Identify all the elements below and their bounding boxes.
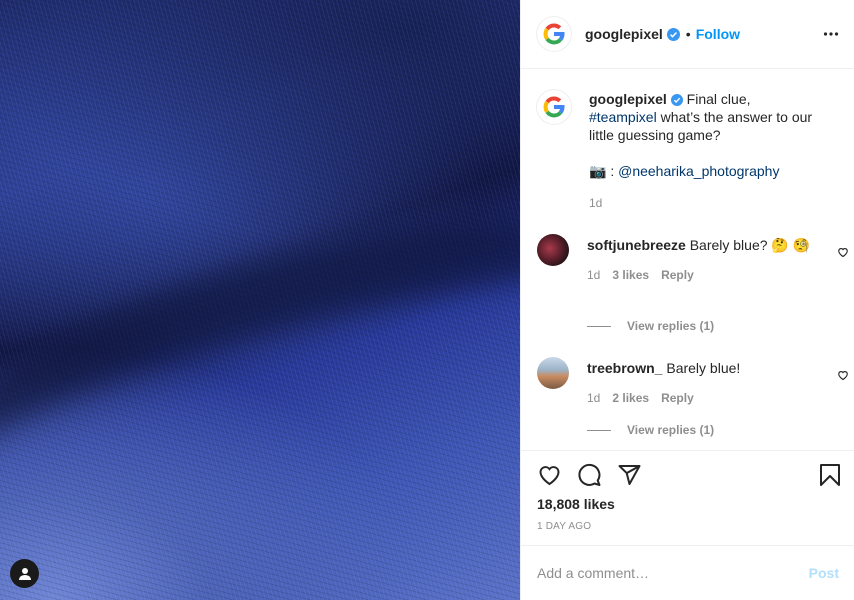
comment-input[interactable] (537, 565, 809, 581)
comment-item: softjunebreeze Barely blue? 🤔 🧐 1d 3 lik… (537, 234, 848, 284)
comment-text-line: softjunebreeze Barely blue? 🤔 🧐 (587, 236, 811, 254)
replies-divider (587, 325, 611, 327)
verified-badge-icon (670, 94, 683, 106)
credit-separator: : (606, 163, 619, 179)
post-sidebar: googlepixel • Follow googlepixel Final c… (520, 0, 854, 600)
post-header: googlepixel • Follow (521, 0, 854, 69)
comment-likes[interactable]: 3 likes (612, 266, 649, 284)
credit-handle-link[interactable]: @neeharika_photography (618, 163, 779, 179)
google-logo-icon (543, 23, 565, 45)
caption-author-avatar[interactable] (537, 90, 571, 124)
comment-body: treebrown_ Barely blue! 1d 2 likes Reply (587, 357, 811, 407)
comment-text-line: treebrown_ Barely blue! (587, 359, 811, 377)
follow-button[interactable]: Follow (696, 26, 740, 42)
comment-meta: 1d 3 likes Reply (587, 266, 811, 284)
like-comment-heart-icon[interactable] (837, 369, 849, 381)
author-avatar[interactable] (537, 17, 571, 51)
hashtag-link[interactable]: #teampixel (589, 109, 657, 125)
comment-item: treebrown_ Barely blue! 1d 2 likes Reply (537, 357, 848, 407)
comment-body: softjunebreeze Barely blue? 🤔 🧐 1d 3 lik… (587, 234, 811, 284)
commenter-username[interactable]: treebrown_ (587, 360, 662, 376)
caption-text: googlepixel Final clue, #teampixel what’… (589, 90, 819, 144)
likes-count[interactable]: 18,808 likes (537, 496, 615, 512)
verified-badge-icon (666, 27, 680, 41)
share-icon[interactable] (617, 463, 642, 487)
reply-button[interactable]: Reply (661, 266, 694, 284)
comment-meta: 1d 2 likes Reply (587, 389, 811, 407)
google-logo-icon (543, 96, 565, 118)
user-tag-button[interactable] (10, 559, 39, 588)
comment-timestamp[interactable]: 1d (587, 266, 600, 284)
caption-timestamp[interactable]: 1d (589, 194, 819, 212)
commenter-avatar[interactable] (537, 357, 569, 389)
author-username[interactable]: googlepixel (585, 26, 663, 42)
caption-username[interactable]: googlepixel (589, 91, 667, 107)
separator-dot: • (685, 26, 691, 42)
user-tag-icon (18, 567, 31, 580)
action-bar (521, 450, 854, 500)
view-replies-button[interactable]: View replies (1) (587, 423, 714, 437)
caption-text-start: Final clue, (682, 91, 751, 107)
bookmark-icon[interactable] (819, 463, 841, 487)
post-photo[interactable] (0, 0, 520, 600)
view-replies-label: View replies (1) (627, 319, 715, 333)
comment-likes[interactable]: 2 likes (612, 389, 649, 407)
reply-button[interactable]: Reply (661, 389, 694, 407)
post-comment-button[interactable]: Post (809, 565, 839, 581)
heart-icon[interactable] (537, 463, 562, 487)
post-timestamp[interactable]: 1 DAY AGO (537, 521, 591, 532)
more-options-icon[interactable] (823, 26, 839, 42)
comment-icon[interactable] (577, 463, 602, 487)
post-caption: googlepixel Final clue, #teampixel what’… (537, 90, 837, 212)
comment-text: Barely blue! (666, 360, 741, 376)
replies-divider (587, 429, 611, 431)
add-comment-bar: Post (521, 545, 854, 600)
like-comment-heart-icon[interactable] (837, 246, 849, 258)
view-replies-label: View replies (1) (627, 423, 715, 437)
comment-text: Barely blue? 🤔 🧐 (689, 237, 811, 253)
commenter-avatar[interactable] (537, 234, 569, 266)
commenter-username[interactable]: softjunebreeze (587, 237, 686, 253)
photo-credit: 📷 : @neeharika_photography (589, 162, 819, 180)
comment-timestamp[interactable]: 1d (587, 389, 600, 407)
camera-icon: 📷 (589, 163, 607, 179)
view-replies-button[interactable]: View replies (1) (587, 319, 714, 333)
caption-body: googlepixel Final clue, #teampixel what’… (589, 90, 819, 212)
